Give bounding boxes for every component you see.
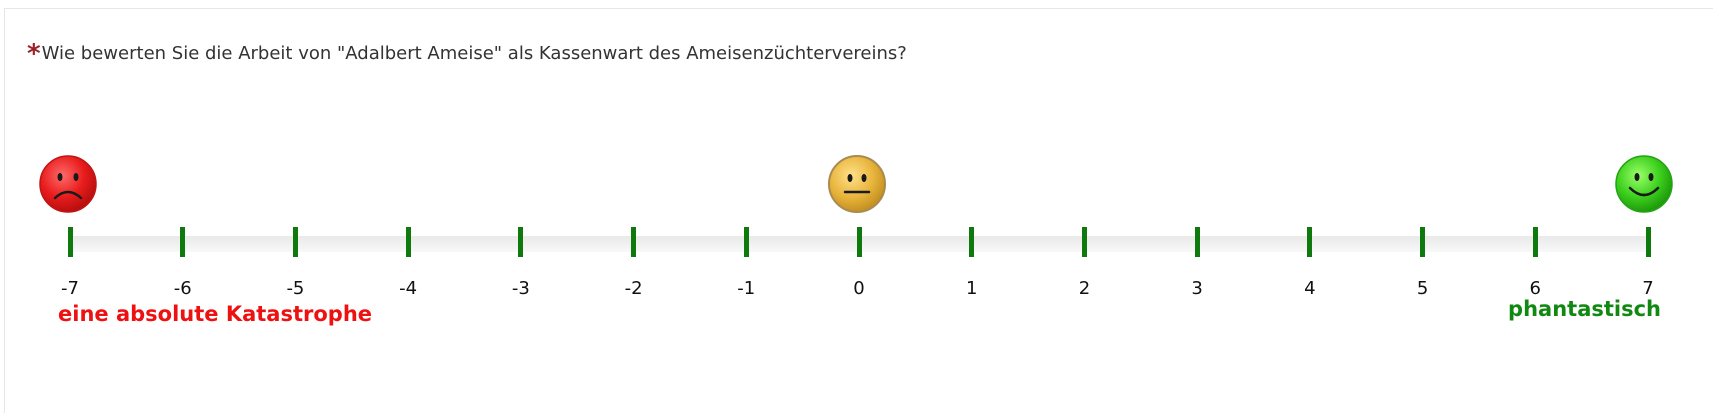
scale-tick-label: -4 (399, 278, 418, 299)
scale-tick-label: -7 (61, 278, 79, 299)
required-marker: * (27, 39, 41, 69)
scale-tick-label: -5 (286, 278, 305, 299)
scale-tick[interactable] (1307, 227, 1313, 257)
scale-tick-label: 1 (965, 278, 978, 299)
scale-tick[interactable] (1532, 227, 1538, 257)
scale-tick[interactable] (631, 227, 637, 257)
sad-face-icon (39, 155, 97, 213)
scale-tick[interactable] (518, 227, 524, 257)
scale-tick[interactable] (1420, 227, 1426, 257)
scale-tick[interactable] (856, 227, 862, 257)
scale-tick-label: 3 (1191, 278, 1203, 299)
scale-tick[interactable] (405, 227, 411, 257)
max-anchor-label: phantastisch (1508, 297, 1661, 321)
scale-tick-label: 0 (853, 278, 865, 299)
scale-tick[interactable] (67, 227, 73, 257)
scale-tick[interactable] (1645, 227, 1651, 257)
min-anchor-label: eine absolute Katastrophe (58, 302, 373, 326)
scale-tick-label: 4 (1304, 278, 1316, 299)
scale-tick[interactable] (1194, 227, 1200, 257)
scale-tick-label: 7 (1642, 278, 1654, 299)
neutral-face-icon (828, 155, 886, 213)
scale-tick[interactable] (180, 227, 186, 257)
scale-tick-label: 5 (1416, 278, 1429, 299)
scale-tick-label: -2 (624, 278, 643, 299)
happy-face-icon (1615, 155, 1673, 213)
scale-tick[interactable] (292, 227, 298, 257)
question-label: Wie bewerten Sie die Arbeit von "Adalber… (41, 43, 907, 64)
scale-tick-label: 2 (1078, 278, 1091, 299)
question-text: *Wie bewerten Sie die Arbeit von "Adalbe… (27, 39, 907, 69)
scale-tick-label: -1 (737, 278, 756, 299)
scale-tick[interactable] (743, 227, 749, 257)
scale-tick-label: 6 (1529, 278, 1541, 299)
scale-tick-label: -3 (511, 278, 530, 299)
scale-tick[interactable] (1081, 227, 1087, 257)
scale-tick[interactable] (969, 227, 975, 257)
scale-tick-label: -6 (173, 278, 192, 299)
